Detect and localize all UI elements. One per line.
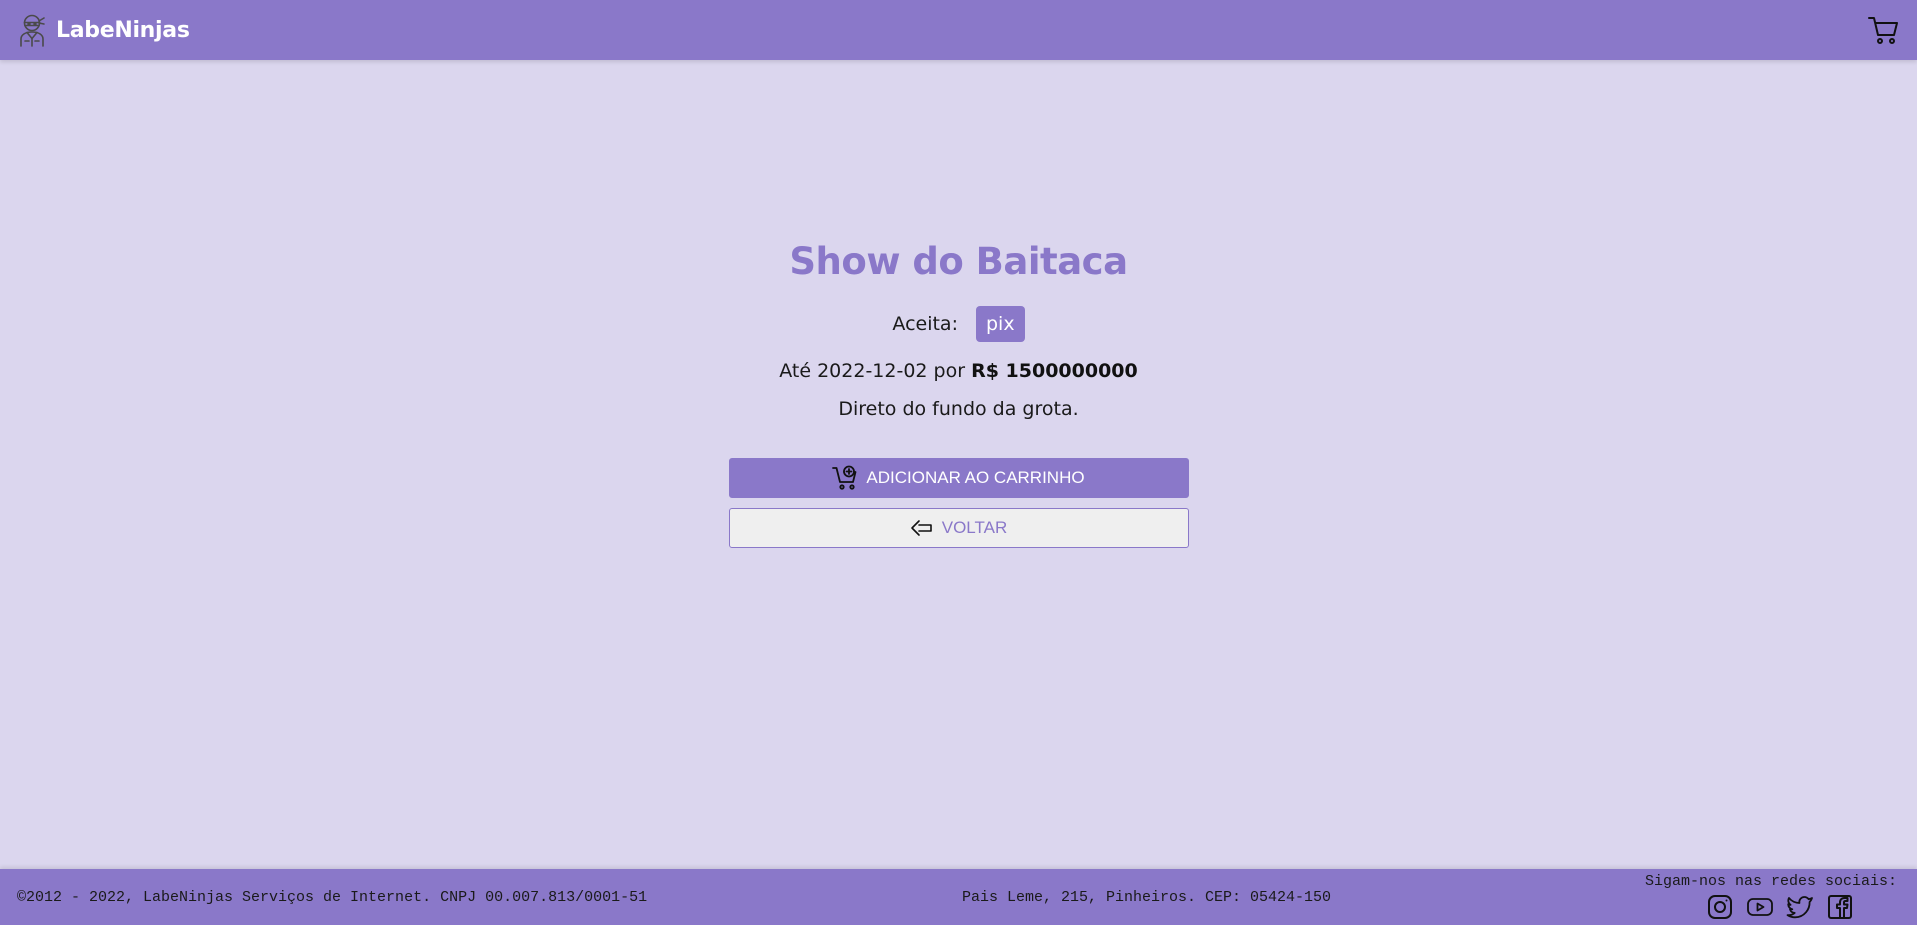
social-section: Sigam-nos nas redes sociais: [1645,873,1897,921]
cart-add-icon [832,465,858,491]
youtube-icon[interactable] [1746,893,1774,921]
instagram-icon[interactable] [1706,893,1734,921]
payment-methods: Aceita: pix [892,306,1025,342]
copyright-text: ©2012 - 2022, LabeNinjas Serviços de Int… [17,889,648,906]
cart-icon [1867,14,1899,46]
brand-home-link[interactable]: LabeNinjas [16,13,190,47]
footer: ©2012 - 2022, LabeNinjas Serviços de Int… [0,869,1917,925]
facebook-icon[interactable] [1826,893,1854,921]
ninja-icon [16,13,48,47]
back-label: VOLTAR [941,518,1008,537]
add-to-cart-label: ADICIONAR AO CARRINHO [866,468,1085,487]
accepts-label: Aceita: [892,313,958,335]
cart-button[interactable] [1863,10,1903,50]
arrow-left-icon [910,519,934,537]
deadline-text: Até 2022-12-02 por [779,360,966,382]
payment-badge: pix [975,306,1025,342]
social-links [1706,893,1854,921]
deadline-price: Até 2022-12-02 por R$ 1500000000 [779,360,1137,382]
twitter-icon[interactable] [1786,893,1814,921]
price: R$ 1500000000 [971,360,1138,382]
service-description: Direto do fundo da grota. [838,398,1079,420]
address-text: Pais Leme, 215, Pinheiros. CEP: 05424-15… [962,889,1332,906]
top-navbar: LabeNinjas [0,0,1917,60]
back-button[interactable]: VOLTAR [728,508,1189,548]
service-title: Show do Baitaca [789,240,1128,283]
service-detail: Show do Baitaca Aceita: pix Até 2022-12-… [0,60,1917,869]
brand-name: LabeNinjas [56,17,190,43]
social-label: Sigam-nos nas redes sociais: [1644,873,1897,890]
add-to-cart-button[interactable]: ADICIONAR AO CARRINHO [728,458,1189,498]
